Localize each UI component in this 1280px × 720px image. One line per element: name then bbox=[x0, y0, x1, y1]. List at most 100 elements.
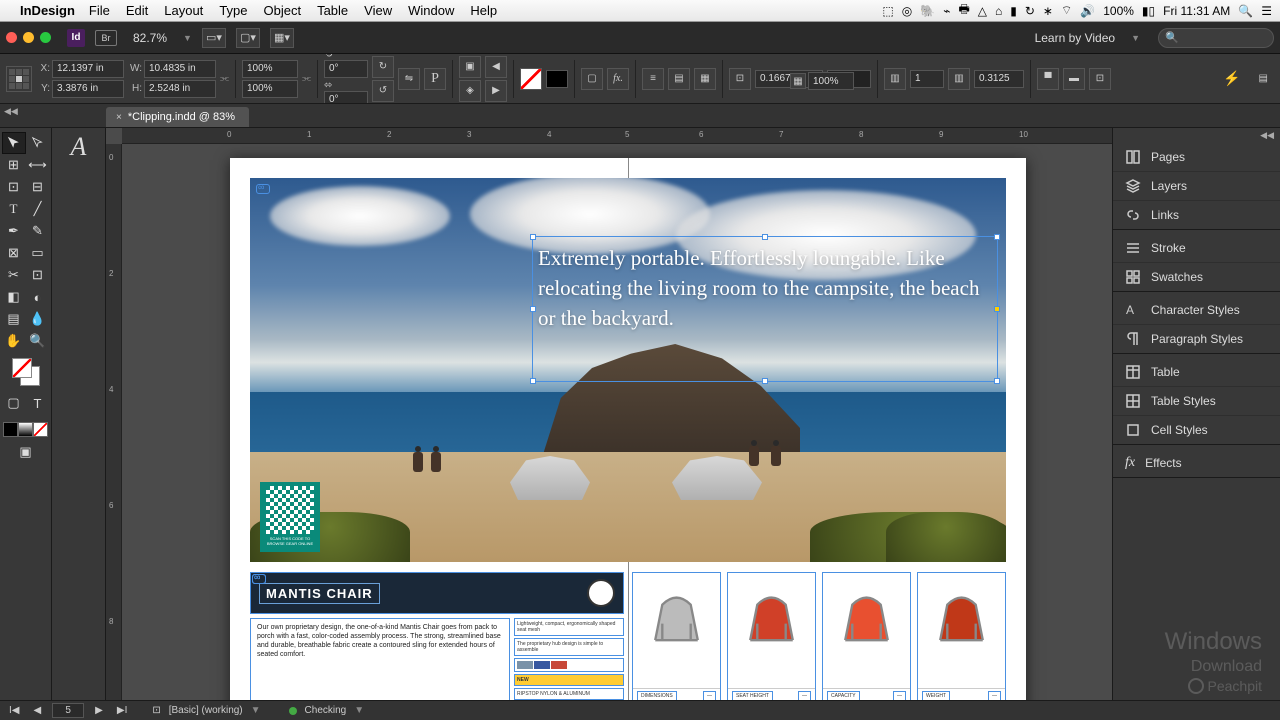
preflight-status-icon[interactable] bbox=[289, 707, 297, 715]
swatch-1[interactable] bbox=[517, 661, 533, 669]
apply-gradient-button[interactable] bbox=[18, 422, 33, 437]
swatch-3[interactable] bbox=[551, 661, 567, 669]
collapse-tools-button[interactable]: ◀◀ bbox=[4, 106, 18, 117]
rotate-cw-button[interactable]: ↻ bbox=[372, 56, 394, 78]
dropbox-icon[interactable]: ⬚ bbox=[882, 4, 893, 18]
align-top-button[interactable]: ▀ bbox=[1037, 68, 1059, 90]
menu-view[interactable]: View bbox=[364, 3, 392, 18]
spec-2[interactable]: The proprietary hub design is simple to … bbox=[514, 638, 624, 656]
content-placer-tool[interactable]: ⊟ bbox=[26, 176, 50, 198]
arrange-button[interactable]: ▦▾ bbox=[270, 28, 294, 48]
x-field[interactable]: 12.1397 in bbox=[52, 60, 124, 78]
select-container-button[interactable]: ▣ bbox=[459, 56, 481, 78]
select-next-button[interactable]: ▶ bbox=[485, 80, 507, 102]
expand-panels-button[interactable]: ◀◀ bbox=[1113, 128, 1280, 143]
panel-pages[interactable]: Pages bbox=[1113, 143, 1280, 172]
apply-color-button[interactable] bbox=[3, 422, 18, 437]
menu-edit[interactable]: Edit bbox=[126, 3, 148, 18]
pencil-tool[interactable]: ✎ bbox=[26, 220, 50, 242]
line-tool[interactable]: ╱ bbox=[26, 198, 50, 220]
document-tab[interactable]: × *Clipping.indd @ 83% bbox=[106, 107, 249, 127]
menu-layout[interactable]: Layout bbox=[164, 3, 203, 18]
print-icon[interactable]: 🖶 bbox=[958, 0, 969, 21]
page-spread[interactable]: SCAN THIS CODE TO BROWSE GEAR ONLINE Ext… bbox=[230, 158, 1026, 700]
wifi-icon[interactable]: ⌔ bbox=[1061, 3, 1072, 18]
drive-icon[interactable]: △ bbox=[978, 4, 987, 18]
effects-button[interactable]: fx. bbox=[607, 68, 629, 90]
apply-none-button[interactable] bbox=[33, 422, 48, 437]
wrap-none-button[interactable]: ≡ bbox=[642, 68, 664, 90]
constrain-scale-icon[interactable]: ⫘ bbox=[302, 73, 311, 84]
menu-object[interactable]: Object bbox=[264, 3, 302, 18]
menu-help[interactable]: Help bbox=[470, 3, 497, 18]
color-swatches[interactable] bbox=[514, 658, 624, 672]
w-field[interactable]: 10.4835 in bbox=[144, 60, 216, 78]
page-tool[interactable]: ⊞ bbox=[2, 154, 26, 176]
clock[interactable]: Fri 11:31 AM bbox=[1163, 4, 1230, 18]
panel-table-styles[interactable]: Table Styles bbox=[1113, 387, 1280, 416]
menu-file[interactable]: File bbox=[89, 3, 110, 18]
hand-tool[interactable]: ✋ bbox=[2, 330, 26, 352]
help-search-input[interactable]: 🔍 bbox=[1158, 28, 1274, 48]
product-title-frame[interactable]: MANTIS CHAIR bbox=[250, 572, 624, 614]
preflight-label[interactable]: Checking bbox=[305, 705, 347, 716]
swatch-2[interactable] bbox=[534, 661, 550, 669]
menu-table[interactable]: Table bbox=[317, 3, 348, 18]
minimize-window-button[interactable] bbox=[23, 32, 34, 43]
page-number-field[interactable]: 5 bbox=[52, 703, 84, 718]
select-content-button[interactable]: ◈ bbox=[459, 80, 481, 102]
stroke-swatch[interactable] bbox=[546, 70, 568, 88]
h-field[interactable]: 2.5248 in bbox=[144, 80, 216, 98]
menu-window[interactable]: Window bbox=[408, 3, 454, 18]
select-prev-button[interactable]: ◀ bbox=[485, 56, 507, 78]
sync-icon[interactable]: ↻ bbox=[1025, 4, 1035, 18]
chair-card-2[interactable]: SEAT HEIGHT— bbox=[727, 572, 816, 700]
app-name[interactable]: InDesign bbox=[20, 3, 75, 18]
last-spread-button[interactable]: ▶I bbox=[114, 705, 130, 716]
quick-apply-button[interactable]: ⚡ bbox=[1215, 70, 1248, 87]
content-collector-tool[interactable]: ⊡ bbox=[2, 176, 26, 198]
hero-image-frame[interactable]: SCAN THIS CODE TO BROWSE GEAR ONLINE Ext… bbox=[250, 178, 1006, 562]
fill-swatch[interactable] bbox=[520, 68, 542, 90]
selected-text-frame[interactable] bbox=[532, 236, 998, 382]
fit-content-button[interactable]: ⊡ bbox=[1089, 68, 1111, 90]
evernote-icon[interactable]: 🐘 bbox=[920, 4, 935, 18]
formatting-container-button[interactable]: ▢ bbox=[2, 392, 26, 414]
volume-icon[interactable]: 🔊 bbox=[1080, 4, 1095, 18]
key-icon[interactable]: ⌁ bbox=[943, 4, 950, 18]
spec-1[interactable]: Lightweight, compact, ergonomically shap… bbox=[514, 618, 624, 636]
notif-icon[interactable]: ☰ bbox=[1261, 4, 1272, 18]
columns-field[interactable]: 1 bbox=[910, 70, 944, 88]
pen-tool[interactable]: ✒ bbox=[2, 220, 26, 242]
control-menu-button[interactable]: ▤ bbox=[1253, 73, 1274, 84]
master-icon[interactable]: ⊡ bbox=[152, 705, 160, 716]
wrap-bound-button[interactable]: ▤ bbox=[668, 68, 690, 90]
note-tool[interactable]: ▤ bbox=[2, 308, 26, 330]
gradient-feather-tool[interactable]: ◐ bbox=[26, 286, 50, 308]
normal-view-button[interactable]: ▣ bbox=[14, 441, 38, 463]
chair-card-1[interactable]: DIMENSIONS— bbox=[632, 572, 721, 700]
constrain-wh-icon[interactable]: ⫘ bbox=[220, 73, 229, 84]
bridge-button[interactable]: Br bbox=[95, 30, 117, 46]
horizontal-ruler[interactable]: 012345678910 bbox=[122, 128, 1112, 144]
vertical-ruler[interactable]: 02468 bbox=[106, 144, 122, 700]
gutter-field[interactable]: 0.3125 bbox=[974, 70, 1024, 88]
gradient-swatch-tool[interactable]: ◧ bbox=[2, 286, 26, 308]
cc-libraries-dock[interactable]: A bbox=[52, 128, 106, 700]
workspace-switcher[interactable]: Learn by Video bbox=[1035, 31, 1116, 45]
close-window-button[interactable] bbox=[6, 32, 17, 43]
type-tool[interactable]: T bbox=[2, 198, 26, 220]
scale-y-field[interactable]: 100% bbox=[242, 80, 298, 98]
view-options-button[interactable]: ▭▾ bbox=[202, 28, 226, 48]
first-spread-button[interactable]: I◀ bbox=[6, 705, 22, 716]
zoom-tool[interactable]: 🔍 bbox=[26, 330, 50, 352]
opacity-field[interactable]: 100% bbox=[808, 72, 854, 90]
prev-spread-button[interactable]: ◀ bbox=[30, 705, 44, 716]
align-center-button[interactable]: ▬ bbox=[1063, 68, 1085, 90]
spotlight-icon[interactable]: 🔍 bbox=[1238, 4, 1253, 18]
document-canvas[interactable]: 012345678910 02468 bbox=[106, 128, 1112, 700]
eyedropper-tool[interactable]: 💧 bbox=[26, 308, 50, 330]
panel-char-styles[interactable]: ACharacter Styles bbox=[1113, 296, 1280, 325]
screen-mode-button[interactable]: ▢▾ bbox=[236, 28, 260, 48]
gap-tool[interactable]: ⟷ bbox=[26, 154, 50, 176]
